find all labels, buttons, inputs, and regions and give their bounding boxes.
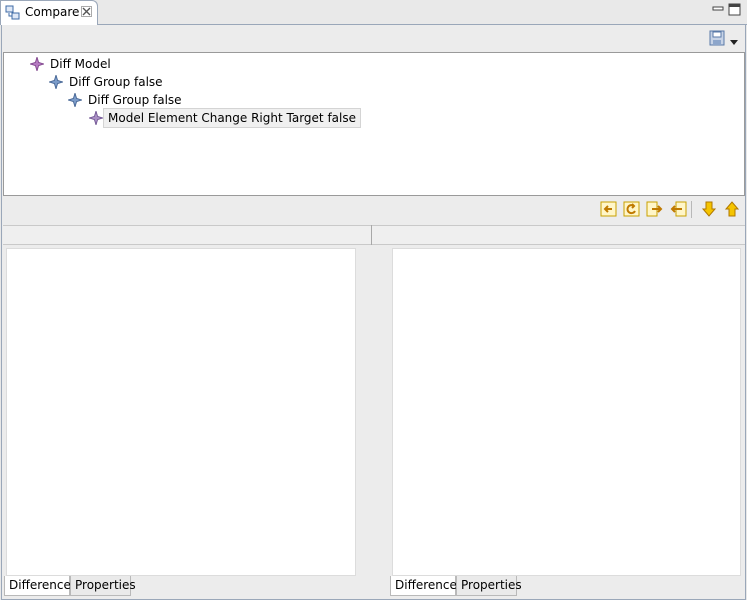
top-toolbar [2, 26, 745, 52]
tab-differences[interactable]: Differences [390, 576, 463, 596]
copy-all-to-right-icon[interactable] [669, 200, 687, 218]
maximize-icon[interactable] [728, 3, 741, 16]
next-difference-icon[interactable] [700, 200, 718, 218]
view-tab-bar [0, 0, 747, 25]
copy-change-to-left-icon[interactable] [623, 200, 641, 218]
header-divider[interactable] [371, 225, 372, 245]
chevron-down-icon[interactable] [729, 35, 739, 45]
diff-group-icon [49, 75, 63, 89]
right-content-pane[interactable] [392, 248, 741, 576]
left-content-pane[interactable] [6, 248, 356, 576]
tab-properties[interactable]: Properties [70, 576, 136, 596]
save-icon[interactable] [709, 30, 725, 46]
close-icon[interactable] [81, 6, 92, 17]
compare-icon [5, 5, 21, 21]
minimize-icon[interactable] [712, 3, 724, 15]
copy-change-to-right-icon[interactable] [646, 200, 664, 218]
tab-differences[interactable]: Differences [4, 576, 77, 596]
view-tab-title: Compare [25, 5, 80, 19]
content-header-bar [3, 225, 745, 245]
previous-difference-icon[interactable] [723, 200, 741, 218]
diff-model-icon [30, 57, 44, 71]
diff-group-icon [68, 93, 82, 107]
toolbar-separator [691, 201, 692, 218]
copy-all-to-left-icon[interactable] [600, 200, 618, 218]
compare-view-tab[interactable]: Compare [0, 0, 98, 25]
tab-properties[interactable]: Properties [456, 576, 522, 596]
diff-tree: Diff Model Diff Group false Diff Group f… [3, 52, 745, 196]
model-element-change-icon [89, 111, 103, 125]
